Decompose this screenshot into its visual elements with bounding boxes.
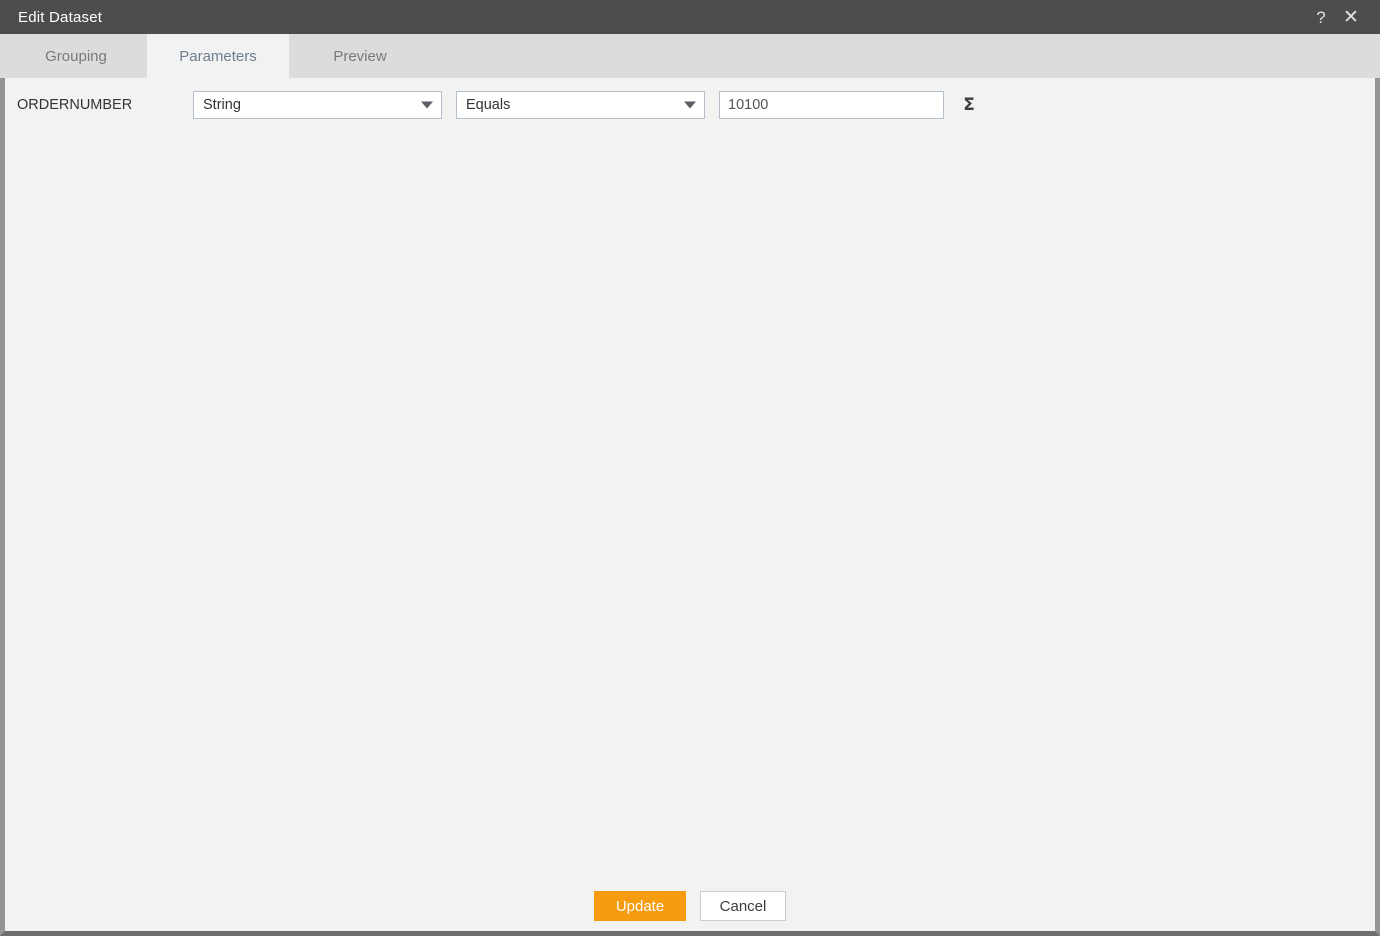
parameters-panel: ORDERNUMBER String Equals Σ bbox=[5, 78, 1375, 891]
sigma-icon[interactable]: Σ bbox=[956, 92, 982, 118]
parameter-type-select[interactable]: String bbox=[193, 91, 442, 119]
titlebar-controls: ? ✕ bbox=[1306, 2, 1380, 32]
parameter-name-label: ORDERNUMBER bbox=[17, 97, 133, 113]
cancel-button[interactable]: Cancel bbox=[700, 891, 786, 921]
update-button[interactable]: Update bbox=[594, 891, 686, 921]
dialog-footer: Update Cancel bbox=[5, 891, 1375, 931]
parameter-operator-select[interactable]: Equals bbox=[456, 91, 705, 119]
close-icon[interactable]: ✕ bbox=[1336, 2, 1366, 32]
parameter-value-input[interactable] bbox=[719, 91, 944, 119]
help-icon[interactable]: ? bbox=[1306, 2, 1336, 32]
dialog-tabs: Grouping Parameters Preview bbox=[0, 34, 1380, 78]
parameter-row: ORDERNUMBER String Equals Σ bbox=[5, 78, 1375, 119]
parameter-operator-value[interactable]: Equals bbox=[456, 91, 705, 119]
edit-dataset-dialog: Edit Dataset ? ✕ Grouping Parameters Pre… bbox=[0, 0, 1380, 936]
parameter-type-value[interactable]: String bbox=[193, 91, 442, 119]
dialog-title: Edit Dataset bbox=[18, 8, 103, 26]
dialog-titlebar: Edit Dataset ? ✕ bbox=[0, 0, 1380, 34]
tab-preview[interactable]: Preview bbox=[289, 34, 431, 78]
tab-parameters[interactable]: Parameters bbox=[147, 34, 289, 78]
tab-grouping[interactable]: Grouping bbox=[5, 34, 147, 78]
